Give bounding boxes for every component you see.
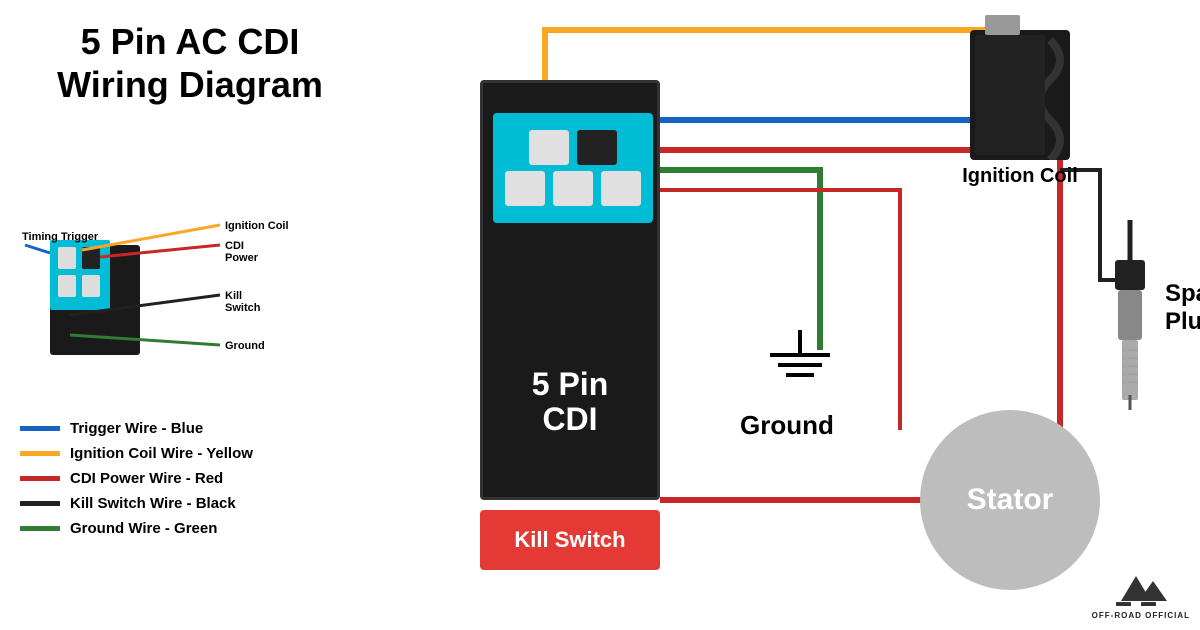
stator-label: Stator [967, 483, 1054, 517]
connector-bottom-row [505, 171, 641, 206]
green-line-indicator [20, 526, 60, 531]
connector-pin-3 [505, 171, 545, 206]
svg-text:Kill: Kill [225, 290, 242, 302]
kill-switch-label: Kill Switch [514, 527, 625, 553]
green-legend-label: Ground Wire - Green [70, 520, 217, 537]
yellow-line-indicator [20, 451, 60, 456]
black-legend-label: Kill Switch Wire - Black [70, 495, 236, 512]
ground-svg-icon [740, 330, 860, 410]
yellow-legend-label: Ignition Coil Wire - Yellow [70, 445, 253, 462]
connector-pin-5 [601, 171, 641, 206]
svg-text:Switch: Switch [225, 302, 261, 314]
black-line-indicator [20, 501, 60, 506]
svg-text:Power: Power [225, 252, 259, 264]
logo-svg [1111, 566, 1171, 606]
svg-text:Ignition Coil: Ignition Coil [225, 220, 289, 232]
ignition-coil-label: Ignition Coil [950, 165, 1090, 188]
cdi-connector [493, 113, 653, 223]
ignition-coil-box [970, 30, 1070, 160]
kill-switch-box: Kill Switch [480, 510, 660, 570]
legend-item-yellow: Ignition Coil Wire - Yellow [20, 445, 300, 462]
cdi-main-label: 5 PinCDI [483, 367, 657, 437]
blue-legend-label: Trigger Wire - Blue [70, 420, 203, 437]
legend-item-blue: Trigger Wire - Blue [20, 420, 300, 437]
legend-item-green: Ground Wire - Green [20, 520, 300, 537]
connector-pin-1 [529, 130, 569, 165]
cdi-main-box: 5 PinCDI [480, 80, 660, 500]
ground-text-label: Ground [740, 410, 860, 441]
connector-pin-4 [553, 171, 593, 206]
stator-circle: Stator [920, 410, 1100, 590]
legend-item-red: CDI Power Wire - Red [20, 470, 300, 487]
legend-item-black: Kill Switch Wire - Black [20, 495, 300, 512]
spark-plug-svg [1100, 220, 1160, 420]
connector-top-row [529, 130, 617, 165]
small-cdi-svg: Timing Trigger Ignition Coil CDI Power K… [20, 185, 320, 415]
page-title: 5 Pin AC CDI Wiring Diagram [20, 20, 360, 106]
red-line-indicator [20, 476, 60, 481]
svg-text:CDI: CDI [225, 240, 244, 252]
ignition-coil-assembly: Ignition Coil [970, 30, 1090, 188]
svg-text:Timing Trigger: Timing Trigger [22, 231, 99, 243]
connector-pin-2 [577, 130, 617, 165]
brand-name: OFF-ROAD OFFICIAL [1092, 611, 1190, 620]
ground-symbol: Ground [740, 330, 860, 441]
coil-winding-svg [970, 30, 1070, 160]
main-diagram: 5 PinCDI Kill Switch Ground Ignition Coi… [360, 0, 1200, 630]
spark-plug-assembly: Spark Plug [1100, 220, 1160, 425]
svg-text:Ground: Ground [225, 340, 265, 352]
spark-plug-label: Spark Plug [1165, 280, 1200, 336]
red-legend-label: CDI Power Wire - Red [70, 470, 223, 487]
brand-logo: OFF-ROAD OFFICIAL [1092, 566, 1190, 620]
small-cdi-diagram: Timing Trigger Ignition Coil CDI Power K… [20, 185, 320, 415]
blue-line-indicator [20, 426, 60, 431]
wire-legend: Trigger Wire - Blue Ignition Coil Wire -… [20, 420, 300, 545]
